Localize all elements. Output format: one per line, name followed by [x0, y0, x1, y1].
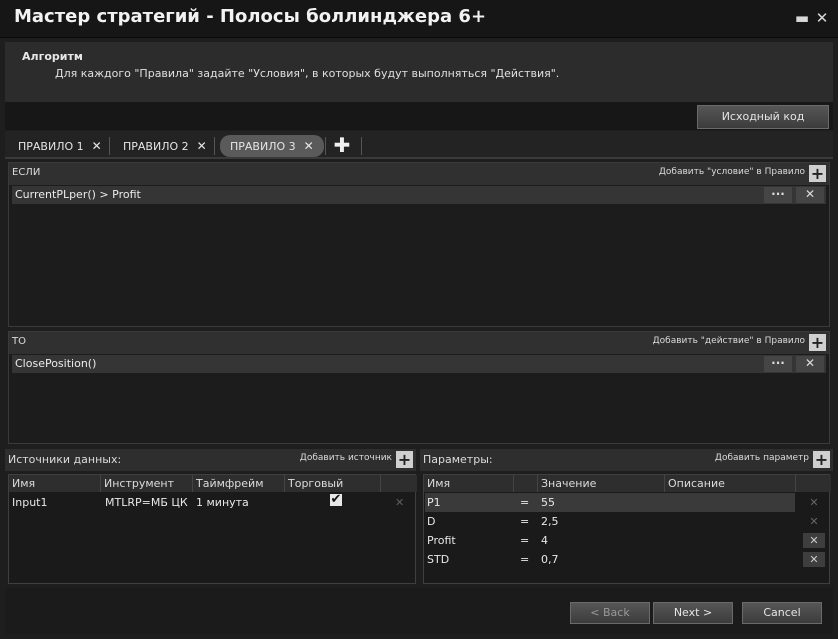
- tab-label: ПРАВИЛО 1: [18, 140, 84, 153]
- tab-label: ПРАВИЛО 3: [230, 140, 296, 153]
- tab-divider: [109, 137, 110, 155]
- delete-parameter-icon[interactable]: ✕: [803, 533, 825, 548]
- next-button[interactable]: Next >: [653, 602, 733, 624]
- column-header-eq: [514, 475, 538, 492]
- delete-parameter-icon[interactable]: ✕: [803, 514, 825, 529]
- param-value[interactable]: 4: [541, 534, 548, 547]
- condition-row[interactable]: CurrentPLper() > Profit ··· ✕: [12, 186, 826, 204]
- then-actions-panel: ТО Добавить "действие" в Правило + Close…: [8, 331, 830, 444]
- minimize-icon[interactable]: ▬: [794, 10, 810, 26]
- add-source-link[interactable]: Добавить источник: [300, 453, 392, 463]
- tab-rule-3[interactable]: ПРАВИЛО 3 ✕: [220, 135, 324, 157]
- delete-source-icon[interactable]: ✕: [395, 496, 404, 509]
- table-row[interactable]: Input1 MTLRP=МБ ЦК 1 минута ✔ ✕: [10, 493, 414, 513]
- table-row[interactable]: P1 = 55 ✕: [425, 493, 819, 512]
- param-name: STD: [427, 553, 450, 566]
- column-header-trading[interactable]: Торговый: [285, 475, 381, 492]
- param-eq: =: [520, 553, 530, 566]
- wizard-footer: < Back Next > Cancel: [5, 588, 833, 634]
- param-name: Profit: [427, 534, 456, 547]
- trading-checkbox[interactable]: ✔: [330, 493, 342, 506]
- parameters-label: Параметры:: [423, 453, 493, 466]
- add-source-icon[interactable]: +: [396, 451, 413, 468]
- delete-parameter-icon[interactable]: ✕: [803, 552, 825, 567]
- if-label: ЕСЛИ: [12, 167, 41, 178]
- param-name: P1: [427, 496, 441, 509]
- param-eq: =: [520, 534, 530, 547]
- source-code-bar: Исходный код: [5, 102, 833, 130]
- tab-rule-1[interactable]: ПРАВИЛО 1 ✕: [18, 135, 102, 157]
- source-instrument: MTLRP=МБ ЦК: [105, 496, 188, 509]
- condition-text: CurrentPLper() > Profit: [15, 188, 141, 201]
- close-tab-icon[interactable]: ✕: [304, 135, 314, 157]
- tab-divider: [325, 137, 326, 155]
- close-tab-icon[interactable]: ✕: [92, 135, 102, 157]
- delete-condition-icon[interactable]: ✕: [796, 187, 824, 203]
- algorithm-info: Алгоритм Для каждого "Правила" задайте "…: [5, 42, 833, 102]
- add-action-link[interactable]: Добавить "действие" в Правило: [653, 336, 805, 346]
- tab-rule-2[interactable]: ПРАВИЛО 2 ✕: [123, 135, 207, 157]
- add-action-icon[interactable]: +: [809, 334, 826, 351]
- then-header: ТО Добавить "действие" в Правило +: [9, 332, 829, 354]
- back-button[interactable]: < Back: [570, 602, 650, 624]
- tab-label: ПРАВИЛО 2: [123, 140, 189, 153]
- more-icon[interactable]: ···: [764, 356, 792, 372]
- data-sources-label: Источники данных:: [8, 453, 122, 466]
- column-header-timeframe[interactable]: Таймфрейм: [193, 475, 285, 492]
- tab-divider: [361, 137, 362, 155]
- column-header-empty: [796, 475, 831, 492]
- column-header-empty: [381, 475, 417, 492]
- close-tab-icon[interactable]: ✕: [197, 135, 207, 157]
- tab-divider: [214, 137, 215, 155]
- parameters-header: Параметры: Добавить параметр +: [420, 449, 833, 471]
- param-value[interactable]: 0,7: [541, 553, 559, 566]
- data-sources-grid: Имя Инструмент Таймфрейм Торговый Input1…: [8, 474, 417, 584]
- column-header-name[interactable]: Имя: [424, 475, 514, 492]
- action-text: ClosePosition(): [15, 357, 97, 370]
- column-header-value[interactable]: Значение: [538, 475, 665, 492]
- param-eq: =: [520, 515, 530, 528]
- more-icon[interactable]: ···: [764, 187, 792, 203]
- add-rule-icon[interactable]: ✚: [331, 135, 353, 157]
- algorithm-title: Алгоритм: [22, 50, 83, 63]
- data-sources-panel: Источники данных: Добавить источник + Им…: [5, 449, 417, 585]
- algorithm-description: Для каждого "Правила" задайте "Условия",…: [55, 67, 560, 80]
- source-name: Input1: [12, 496, 48, 509]
- add-condition-icon[interactable]: +: [809, 165, 826, 182]
- column-header-instrument[interactable]: Инструмент: [101, 475, 193, 492]
- delete-action-icon[interactable]: ✕: [796, 356, 824, 372]
- parameters-grid: Имя Значение Описание P1 = 55 ✕ D = 2,5 …: [423, 474, 831, 584]
- column-header-name[interactable]: Имя: [9, 475, 101, 492]
- param-eq: =: [520, 496, 530, 509]
- param-value[interactable]: 55: [541, 496, 555, 509]
- close-icon[interactable]: ✕: [814, 10, 830, 26]
- parameters-panel: Параметры: Добавить параметр + Имя Значе…: [420, 449, 833, 585]
- add-parameter-link[interactable]: Добавить параметр: [715, 453, 809, 463]
- action-row[interactable]: ClosePosition() ··· ✕: [12, 355, 826, 373]
- table-row[interactable]: STD = 0,7 ✕: [425, 550, 825, 569]
- then-label: ТО: [12, 336, 26, 347]
- table-row[interactable]: D = 2,5 ✕: [425, 512, 819, 531]
- param-name: D: [427, 515, 436, 528]
- title-bar: Мастер стратегий - Полосы боллинджера 6+…: [0, 0, 838, 38]
- if-header: ЕСЛИ Добавить "условие" в Правило +: [9, 163, 829, 185]
- source-timeframe: 1 минута: [196, 496, 249, 509]
- add-parameter-icon[interactable]: +: [813, 451, 830, 468]
- column-header-description[interactable]: Описание: [665, 475, 796, 492]
- window-title: Мастер стратегий - Полосы боллинджера 6+: [14, 6, 487, 27]
- cancel-button[interactable]: Cancel: [742, 602, 822, 624]
- add-condition-link[interactable]: Добавить "условие" в Правило: [659, 167, 805, 177]
- source-code-button[interactable]: Исходный код: [697, 105, 829, 129]
- param-value[interactable]: 2,5: [541, 515, 559, 528]
- delete-parameter-icon[interactable]: ✕: [803, 495, 825, 510]
- rule-tabs: ПРАВИЛО 1 ✕ ПРАВИЛО 2 ✕ ПРАВИЛО 3 ✕ ✚: [5, 131, 833, 159]
- if-conditions-panel: ЕСЛИ Добавить "условие" в Правило + Curr…: [8, 162, 830, 327]
- table-row[interactable]: Profit = 4 ✕: [425, 531, 825, 550]
- data-sources-header: Источники данных: Добавить источник +: [5, 449, 416, 471]
